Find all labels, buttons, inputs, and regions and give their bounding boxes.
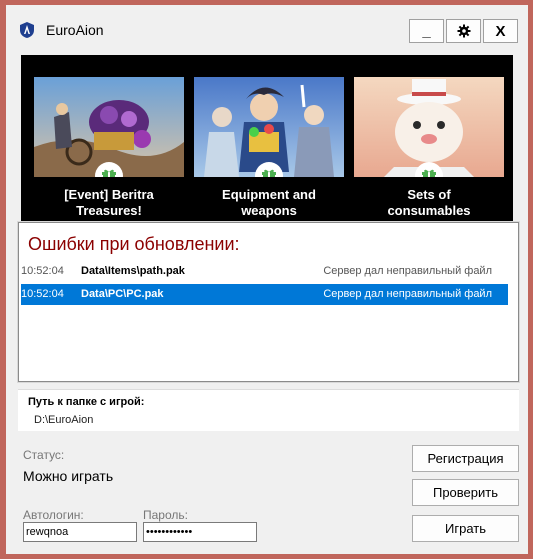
news-banner-strip: [Event] Beritra Treasures! Equipment and… — [21, 55, 513, 227]
error-time: 10:52:04 — [21, 265, 64, 277]
error-message: Сервер дал неправильный файл — [323, 265, 492, 277]
aion-logo-icon — [20, 22, 34, 38]
error-path: Data\PC\PC.pak — [81, 288, 164, 300]
window-title: EuroAion — [46, 22, 104, 38]
banner-caption: [Event] Beritra Treasures! — [34, 177, 184, 227]
error-message: Сервер дал неправильный файл — [323, 288, 492, 300]
status-label: Статус: — [23, 448, 65, 462]
banner-caption: Sets of consumables — [354, 177, 504, 227]
minimize-button[interactable]: _ — [409, 19, 444, 43]
launcher-window: EuroAion _ X [Event] Beritra Treasures! … — [6, 5, 528, 554]
banner-caption: Equipment and weapons — [194, 177, 344, 227]
banner-card-equipment[interactable]: Equipment and weapons — [194, 77, 344, 227]
status-value: Можно играть — [23, 468, 114, 484]
game-folder-label: Путь к папке с игрой: — [28, 396, 145, 408]
errors-title: Ошибки при обновлении: — [28, 234, 240, 254]
settings-button[interactable] — [446, 19, 481, 43]
register-button[interactable]: Регистрация — [412, 445, 519, 472]
check-button[interactable]: Проверить — [412, 479, 519, 506]
password-input[interactable] — [143, 522, 257, 542]
banner-card-beritra[interactable]: [Event] Beritra Treasures! — [34, 77, 184, 227]
banner-card-consumables[interactable]: Sets of consumables — [354, 77, 504, 227]
game-folder-box: Путь к папке с игрой: D:\EuroAion — [18, 389, 519, 431]
error-row-selected[interactable]: 10:52:04 Data\PC\PC.pak Сервер дал непра… — [21, 284, 508, 305]
error-time: 10:52:04 — [21, 288, 64, 300]
error-path: Data\Items\path.pak — [81, 265, 185, 277]
gear-icon — [457, 24, 470, 38]
autologin-input[interactable] — [23, 522, 137, 542]
error-row[interactable]: 10:52:04 Data\Items\path.pak Сервер дал … — [21, 261, 508, 282]
autologin-label: Автологин: — [23, 508, 84, 522]
play-button[interactable]: Играть — [412, 515, 519, 542]
game-folder-path[interactable]: D:\EuroAion — [34, 414, 93, 426]
password-label: Пароль: — [143, 508, 188, 522]
close-button[interactable]: X — [483, 19, 518, 43]
update-errors-panel: Ошибки при обновлении: 10:52:04 Data\Ite… — [18, 222, 519, 382]
